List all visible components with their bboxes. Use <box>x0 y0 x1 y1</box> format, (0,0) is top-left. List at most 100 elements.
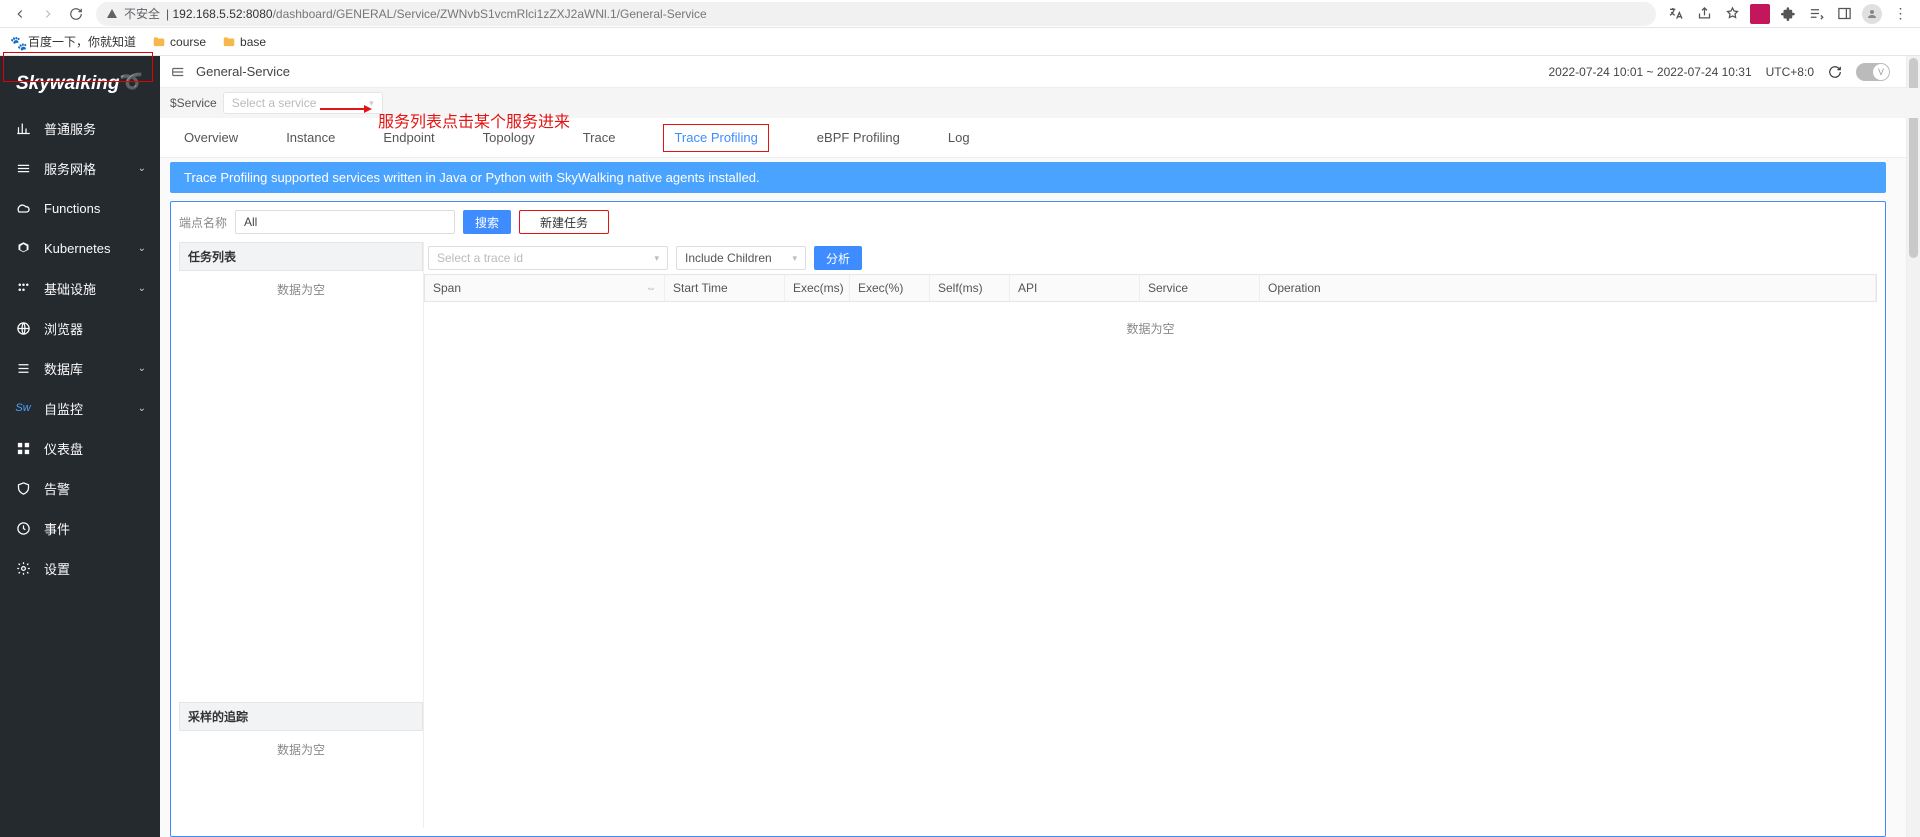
search-button[interactable]: 搜索 <box>463 210 511 234</box>
annotation-text: 服务列表点击某个服务进来 <box>378 108 570 132</box>
analyze-button[interactable]: 分析 <box>814 246 862 270</box>
scrollbar[interactable] <box>1906 56 1920 837</box>
paw-icon: 🐾 <box>10 35 24 49</box>
top-bar: General-Service 2022-07-24 10:01 ~ 2022-… <box>160 56 1920 88</box>
panel-icon[interactable] <box>1834 4 1854 24</box>
url-bar[interactable]: 不安全 | 192.168.5.52:8080 /dashboard/GENER… <box>96 2 1656 26</box>
task-list-empty: 数据为空 <box>179 271 423 308</box>
dots-icon <box>14 281 32 296</box>
bookmark-course[interactable]: course <box>152 35 206 49</box>
info-banner: Trace Profiling supported services writt… <box>170 162 1886 193</box>
endpoint-value: All <box>244 215 257 229</box>
browser-extension-icons: ⋮ <box>1662 4 1914 24</box>
include-children-value: Include Children <box>685 251 772 265</box>
sampled-traces-header: 采样的追踪 <box>179 702 423 731</box>
bookmark-star-icon[interactable] <box>1722 4 1742 24</box>
sidebar-item-label: 仪表盘 <box>44 439 83 458</box>
annotation-arrow <box>320 108 370 110</box>
folder-icon <box>222 35 236 49</box>
chevron-down-icon: ⌄ <box>138 283 146 294</box>
reload-button[interactable] <box>64 2 88 26</box>
kube-icon <box>14 241 32 256</box>
sidebar-item-label: 数据库 <box>44 359 83 378</box>
insecure-icon <box>106 8 118 20</box>
bookmark-base[interactable]: base <box>222 35 266 49</box>
sampled-traces-empty: 数据为空 <box>179 731 423 768</box>
translate-icon[interactable] <box>1666 4 1686 24</box>
sidebar-item-3[interactable]: Kubernetes ⌄ <box>0 228 160 268</box>
service-placeholder: Select a service <box>232 96 317 110</box>
sidebar-item-0[interactable]: 普通服务 <box>0 108 160 148</box>
refresh-icon[interactable] <box>1828 65 1842 79</box>
url-path: /dashboard/GENERAL/Service/ZWNvbS1vcmRlc… <box>273 7 707 21</box>
tab-ebpf-profiling[interactable]: eBPF Profiling <box>817 118 900 157</box>
tab-trace-profiling[interactable]: Trace Profiling <box>663 124 768 152</box>
table-header-service[interactable]: Service <box>1140 275 1260 301</box>
tab-overview[interactable]: Overview <box>184 118 238 157</box>
profile-avatar[interactable] <box>1862 4 1882 24</box>
chevron-down-icon: ⌄ <box>138 363 146 374</box>
resize-icon[interactable]: ⇔ <box>646 283 656 294</box>
sidebar-item-label: 告警 <box>44 479 70 498</box>
table-header: Span⇔Start TimeExec(ms)Exec(%)Self(ms)AP… <box>424 274 1877 302</box>
chevron-down-icon: ⌄ <box>138 243 146 254</box>
endpoint-input[interactable]: All <box>235 210 455 234</box>
time-range[interactable]: 2022-07-24 10:01 ~ 2022-07-24 10:31 <box>1548 65 1751 79</box>
sidebar-item-label: 事件 <box>44 519 70 538</box>
trace-id-select[interactable]: Select a trace id ▾ <box>428 246 668 270</box>
auto-refresh-toggle[interactable]: V <box>1856 63 1890 81</box>
share-icon[interactable] <box>1694 4 1714 24</box>
table-header-start-time[interactable]: Start Time <box>665 275 785 301</box>
back-button[interactable] <box>8 2 32 26</box>
chevron-down-icon: ⌄ <box>138 403 146 414</box>
service-select[interactable]: Select a service ▾ <box>223 92 383 114</box>
sidebar-item-8[interactable]: 仪表盘 <box>0 428 160 468</box>
trace-select-placeholder: Select a trace id <box>437 251 523 265</box>
chevron-down-icon: ⌄ <box>138 163 146 174</box>
collapse-sidebar-icon[interactable] <box>170 65 186 79</box>
timezone[interactable]: UTC+8:0 <box>1766 65 1814 79</box>
bookmark-baidu[interactable]: 🐾 百度一下，你就知道 <box>10 33 136 50</box>
sidebar-item-10[interactable]: 事件 <box>0 508 160 548</box>
sidebar-item-label: Kubernetes <box>44 241 111 256</box>
sidebar-item-5[interactable]: 浏览器 <box>0 308 160 348</box>
sidebar-item-label: 基础设施 <box>44 279 96 298</box>
extensions-puzzle-icon[interactable] <box>1778 4 1798 24</box>
table-header-operation[interactable]: Operation <box>1260 275 1876 301</box>
table-header-exec-ms-[interactable]: Exec(ms) <box>785 275 850 301</box>
new-task-button[interactable]: 新建任务 <box>519 210 609 234</box>
browser-toolbar: 不安全 | 192.168.5.52:8080 /dashboard/GENER… <box>0 0 1920 28</box>
task-list-header: 任务列表 <box>179 242 423 271</box>
table-header-self-ms-[interactable]: Self(ms) <box>930 275 1010 301</box>
extension-pink-icon[interactable] <box>1750 4 1770 24</box>
table-header-api[interactable]: API <box>1010 275 1140 301</box>
sidebar-item-label: 自监控 <box>44 399 83 418</box>
sidebar-item-label: Functions <box>44 201 100 216</box>
browser-menu-icon[interactable]: ⋮ <box>1890 4 1910 24</box>
forward-button[interactable] <box>36 2 60 26</box>
sidebar-item-1[interactable]: 服务网格 ⌄ <box>0 148 160 188</box>
table-header-exec-[interactable]: Exec(%) <box>850 275 930 301</box>
grid-icon <box>14 441 32 456</box>
bookmarks-bar: 🐾 百度一下，你就知道 course base <box>0 28 1920 56</box>
trace-controls: Select a trace id ▾ Include Children ▾ 分… <box>424 242 1877 274</box>
tab-log[interactable]: Log <box>948 118 970 157</box>
tab-instance[interactable]: Instance <box>286 118 335 157</box>
sidebar-item-7[interactable]: Sw自监控⌄ <box>0 388 160 428</box>
sidebar-item-4[interactable]: 基础设施 ⌄ <box>0 268 160 308</box>
logo-text: Skywalking <box>16 73 120 95</box>
list-icon <box>14 361 32 376</box>
sidebar-item-2[interactable]: Functions <box>0 188 160 228</box>
bookmark-label: course <box>170 35 206 49</box>
sidebar-item-label: 服务网格 <box>44 159 96 178</box>
sidebar-item-6[interactable]: 数据库 ⌄ <box>0 348 160 388</box>
folder-icon <box>152 35 166 49</box>
playlist-icon[interactable] <box>1806 4 1826 24</box>
sidebar-item-9[interactable]: 告警 <box>0 468 160 508</box>
tab-trace[interactable]: Trace <box>583 118 616 157</box>
table-header-span[interactable]: Span⇔ <box>425 275 665 301</box>
sidebar-item-11[interactable]: 设置 <box>0 548 160 588</box>
include-children-select[interactable]: Include Children ▾ <box>676 246 806 270</box>
sidebar-item-label: 普通服务 <box>44 119 96 138</box>
shield-icon <box>14 481 32 496</box>
